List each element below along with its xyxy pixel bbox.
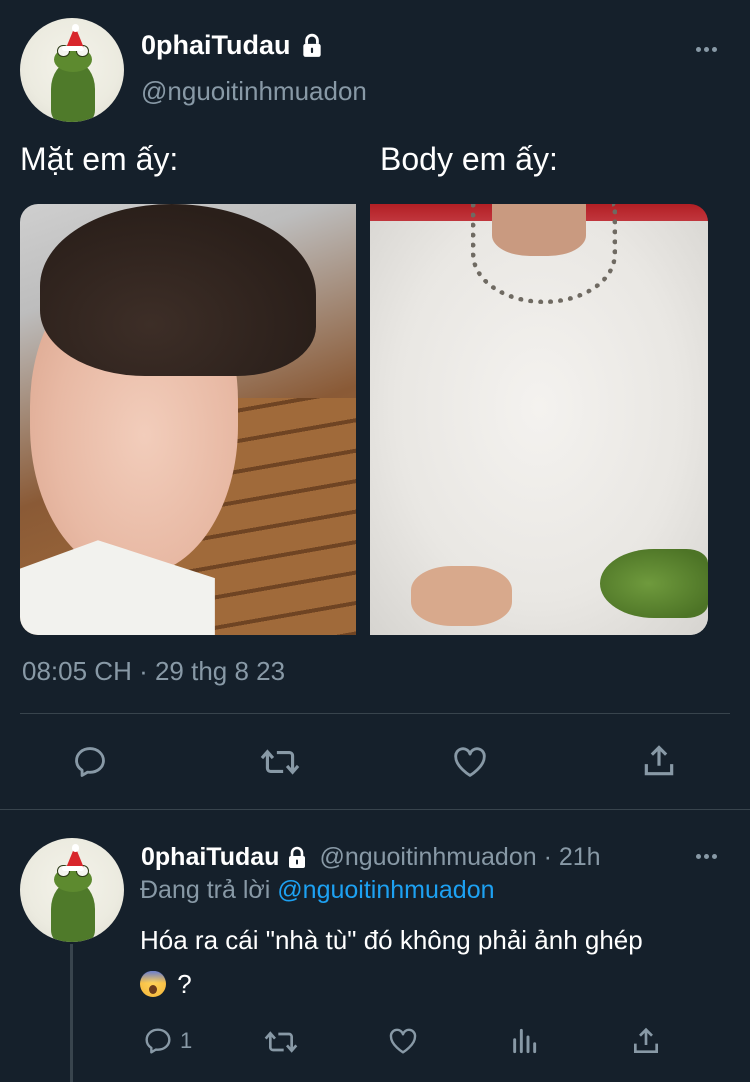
reply-button[interactable] <box>71 743 109 781</box>
photo-hand <box>410 566 512 627</box>
reply-count: 1 <box>180 1028 193 1053</box>
share-icon <box>644 745 674 776</box>
photo-chain <box>471 204 617 304</box>
author-handle[interactable]: @nguoitinhmuadon <box>141 76 367 107</box>
replying-to-mention[interactable]: @nguoitinhmuadon <box>277 876 494 904</box>
like-button[interactable] <box>386 1025 420 1057</box>
reply-avatar[interactable] <box>20 838 124 942</box>
reply-icon <box>145 1028 171 1054</box>
avatar-hat-ball <box>72 844 80 852</box>
avatar[interactable] <box>20 18 124 122</box>
divider <box>0 809 750 810</box>
reply-handle-time[interactable]: @nguoitinhmuadon · 21h <box>319 843 600 872</box>
photo-body[interactable] <box>370 204 708 635</box>
author-name-row: 0phaiTudau <box>141 30 325 61</box>
replying-to-label: Đang trả lời <box>140 876 271 904</box>
lock-icon <box>289 846 306 868</box>
photo-green-object <box>599 548 708 618</box>
like-icon <box>454 747 486 777</box>
reply-body-tail: ? <box>177 969 192 999</box>
photo-face[interactable] <box>20 204 356 635</box>
avatar-hat-brim <box>61 866 85 872</box>
reply-author-display-name[interactable]: 0phaiTudau <box>141 843 279 872</box>
thread-line <box>70 944 73 1082</box>
share-button[interactable] <box>640 741 678 781</box>
share-icon <box>634 1027 658 1053</box>
author-display-name[interactable]: 0phaiTudau <box>141 30 291 61</box>
tweet-detail-page: 0phaiTudau @nguoitinhmuadon Mặt em ấy: B… <box>0 0 750 1082</box>
more-icon[interactable] <box>696 47 717 52</box>
like-icon <box>389 1028 417 1054</box>
more-icon[interactable] <box>696 854 717 859</box>
share-button[interactable] <box>630 1024 662 1058</box>
reply-icon <box>75 747 105 777</box>
photo-hair <box>40 204 316 377</box>
reply-button[interactable]: 1 <box>142 1025 192 1057</box>
tweet-timestamp[interactable]: 08:05 CH · 29 thg 8 23 <box>22 656 285 687</box>
divider <box>20 713 730 714</box>
retweet-icon <box>264 1031 298 1053</box>
scared-face-emoji <box>140 971 166 997</box>
retweet-button[interactable] <box>258 743 302 781</box>
replying-to-line: Đang trả lời @nguoitinhmuadon <box>140 876 495 905</box>
retweet-button[interactable] <box>262 1026 300 1058</box>
avatar-hat-ball <box>72 24 80 32</box>
like-button[interactable] <box>450 743 490 781</box>
retweet-icon <box>260 749 300 775</box>
reply-text: Hóa ra cái "nhà tù" đó không phải ảnh gh… <box>140 918 730 1006</box>
avatar-hat-brim <box>61 46 85 52</box>
reply-author-row: 0phaiTudau @nguoitinhmuadon · 21h <box>141 843 601 872</box>
analytics-button[interactable] <box>508 1025 540 1057</box>
reply-body: Hóa ra cái "nhà tù" đó không phải ảnh gh… <box>140 925 643 955</box>
caption-left: Mặt em ấy: <box>20 141 179 177</box>
analytics-icon <box>513 1028 537 1054</box>
lock-icon <box>302 33 321 57</box>
caption-right: Body em ấy: <box>380 141 558 177</box>
